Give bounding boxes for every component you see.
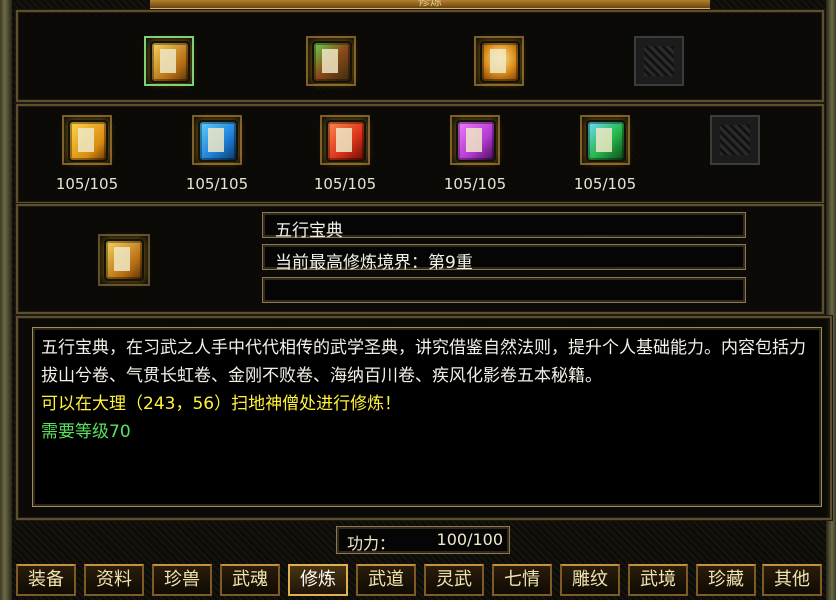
green-book-icon (588, 122, 624, 160)
book-slot-purple[interactable] (450, 115, 500, 165)
title-bar: 修炼 (150, 0, 710, 9)
realm-field: 当前最高修炼境界：第9重 (262, 244, 746, 273)
tab-martial-soul[interactable]: 武魂 (220, 564, 280, 596)
tab-engraving[interactable]: 雕纹 (560, 564, 620, 596)
treasure-chest-icon (482, 43, 518, 81)
top-slot-empty[interactable] (634, 36, 684, 86)
book-slot-yellow[interactable] (62, 115, 112, 165)
item-name-field: 五行宝典 (262, 212, 746, 241)
top-slot-scroll-bundle[interactable] (306, 36, 356, 86)
book-slot-red[interactable] (320, 115, 370, 165)
tab-seven-emotions[interactable]: 七情 (492, 564, 552, 596)
blue-book-icon (200, 122, 236, 160)
power-value: 100/100 (436, 530, 503, 549)
description-text: 五行宝典，在习武之人手中代代相传的武学圣典，讲究借鉴自然法则，提升个人基础能力。… (41, 338, 806, 386)
yellow-book-icon (70, 122, 106, 160)
power-display: 功力： 100/100 (336, 526, 510, 554)
tab-profile[interactable]: 资料 (84, 564, 144, 596)
window-left-border (0, 0, 12, 600)
book-progress-green: 105/105 (573, 175, 637, 193)
tab-spirit-weapon[interactable]: 灵武 (424, 564, 484, 596)
book-progress-blue: 105/105 (185, 175, 249, 193)
tab-collection[interactable]: 珍藏 (696, 564, 756, 596)
top-slot-treasure-chest[interactable] (474, 36, 524, 86)
book-row-panel (16, 104, 824, 204)
book-slot-empty[interactable] (710, 115, 760, 165)
top-slot-golden-book[interactable] (144, 36, 194, 86)
power-label: 功力： (347, 534, 396, 553)
extra-info-field (262, 277, 746, 303)
red-book-icon (328, 122, 364, 160)
top-slot-panel (16, 10, 824, 102)
golden-book-icon (152, 43, 188, 81)
training-location-text: 可以在大理（243，56）扫地神僧处进行修炼！ (41, 394, 402, 414)
purple-book-icon (458, 122, 494, 160)
tab-pets[interactable]: 珍兽 (152, 564, 212, 596)
scroll-bundle-icon (314, 43, 350, 81)
tab-equipment[interactable]: 装备 (16, 564, 76, 596)
tab-cultivation[interactable]: 修炼 (288, 564, 348, 596)
book-slot-green[interactable] (580, 115, 630, 165)
tab-other[interactable]: 其他 (762, 564, 822, 596)
book-progress-yellow: 105/105 (55, 175, 119, 193)
book-progress-red: 105/105 (313, 175, 377, 193)
tab-martial-way[interactable]: 武道 (356, 564, 416, 596)
tab-bar: 装备 资料 珍兽 武魂 修炼 武道 灵武 七情 雕纹 武境 珍藏 其他 (16, 564, 822, 596)
tab-martial-realm[interactable]: 武境 (628, 564, 688, 596)
book-slot-blue[interactable] (192, 115, 242, 165)
description-box: 五行宝典，在习武之人手中代代相传的武学圣典，讲究借鉴自然法则，提升个人基础能力。… (32, 327, 822, 507)
book-progress-purple: 105/105 (443, 175, 507, 193)
window-title: 修炼 (417, 0, 442, 8)
level-requirement-text: 需要等级70 (41, 422, 131, 442)
golden-book-icon (106, 241, 142, 279)
selected-item-slot[interactable] (98, 234, 150, 286)
